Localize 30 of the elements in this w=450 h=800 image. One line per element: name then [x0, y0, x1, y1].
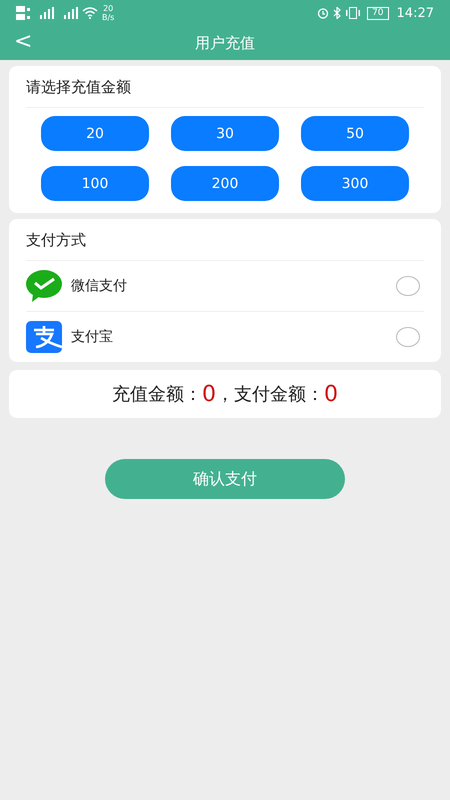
- back-button[interactable]: <: [10, 30, 36, 54]
- speed-unit: B/s: [102, 13, 114, 22]
- payment-method-label: 支付宝: [71, 328, 114, 346]
- payment-app-icon: [26, 321, 62, 353]
- speed-value: 20: [103, 4, 114, 13]
- payment-label: ，支付金额：: [216, 383, 324, 406]
- radio-button[interactable]: [396, 327, 420, 347]
- confirm-payment-button[interactable]: 确认支付: [105, 459, 345, 499]
- payment-method-label: 微信支付: [71, 277, 128, 295]
- page-title: 用户充值: [195, 34, 255, 52]
- hd-signal-icon: [16, 6, 30, 20]
- section-title: 请选择充值金额: [26, 66, 424, 108]
- recharge-label: 充值金额：: [112, 383, 202, 406]
- amount-option[interactable]: 300: [301, 166, 409, 201]
- amount-option[interactable]: 20: [41, 116, 149, 151]
- amount-option[interactable]: 30: [171, 116, 279, 151]
- bluetooth-icon: [333, 7, 342, 19]
- payment-amount: 0: [324, 382, 338, 406]
- recharge-amount: 0: [202, 382, 216, 406]
- chat-bubble-icon: [26, 270, 62, 302]
- vibrate-icon: [345, 7, 362, 19]
- battery-level: 70: [367, 6, 389, 20]
- section-title: 支付方式: [26, 219, 424, 261]
- alarm-icon: [317, 7, 330, 19]
- clock-time: 14:27: [396, 6, 434, 20]
- amount-option[interactable]: 50: [301, 116, 409, 151]
- radio-button[interactable]: [396, 276, 420, 296]
- amount-option[interactable]: 200: [171, 166, 279, 201]
- wifi-icon: [82, 7, 98, 19]
- amount-option[interactable]: 100: [41, 166, 149, 201]
